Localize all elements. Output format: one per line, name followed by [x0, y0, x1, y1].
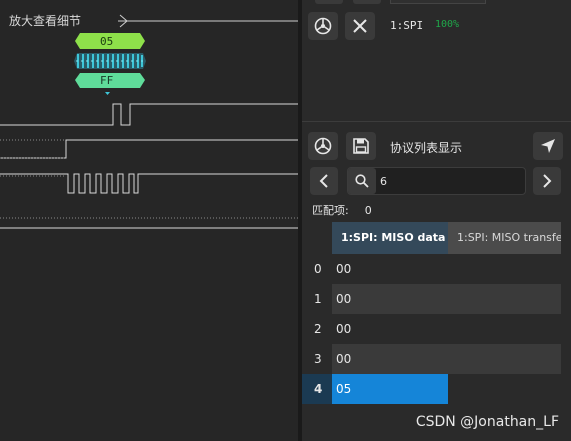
save-icon [353, 138, 369, 154]
signal-mosi [0, 139, 298, 159]
row-index: 3 [314, 352, 322, 366]
row-index: 0 [314, 262, 322, 276]
row-index: 1 [314, 292, 322, 306]
table-row[interactable]: 3 00 [302, 344, 561, 374]
close-button[interactable] [345, 12, 375, 40]
waveform-panel[interactable]: 放大查看细节 05 FF [0, 0, 298, 441]
watermark: CSDN @Jonathan_LF [415, 414, 559, 430]
save-button[interactable] [346, 132, 376, 160]
row-value: 00 [332, 284, 561, 314]
decode-value-top: 05 [100, 35, 114, 48]
row-index: 2 [314, 322, 322, 336]
protocol-list-title: 协议列表显示 [390, 141, 463, 155]
match-count: 0 [364, 204, 372, 217]
decode-value-bottom: FF [100, 74, 114, 87]
search-next-button[interactable] [533, 167, 561, 195]
decode-progress: 100% [435, 19, 460, 30]
row-value: 00 [332, 344, 561, 374]
row-value: 05 [332, 374, 448, 404]
match-label: 匹配项: [312, 204, 349, 217]
row-index: 4 [302, 374, 332, 404]
table-row[interactable]: 1 00 [302, 284, 561, 314]
table-row-selected[interactable]: 4 05 [302, 374, 561, 404]
table-scrollbar[interactable] [561, 222, 571, 441]
search-icon[interactable] [348, 168, 376, 194]
close-icon [353, 19, 367, 33]
row-value: 00 [336, 262, 352, 276]
row-cell: 05 [332, 374, 561, 404]
hatched-data-band [74, 53, 146, 69]
search-box [347, 167, 526, 195]
waveform-canvas [0, 14, 298, 229]
chevron-right-icon [543, 174, 552, 188]
table-row[interactable]: 2 00 [302, 314, 561, 344]
toolbar-button-clipped-2[interactable] [353, 0, 381, 4]
match-status: 匹配项: 0 [312, 202, 372, 218]
navigation-arrow-icon [541, 139, 555, 153]
zoom-hint: 放大查看细节 [9, 14, 82, 28]
settings-wheel-icon [314, 137, 332, 155]
locate-button[interactable] [533, 132, 563, 160]
column-header-miso-transfers[interactable]: 1:SPI: MISO transfers [448, 222, 561, 254]
column-header-miso-data[interactable]: 1:SPI: MISO data [332, 222, 448, 254]
toolbar-field-clipped[interactable] [390, 0, 486, 4]
table-header: 1:SPI: MISO data 1:SPI: MISO transfers [332, 222, 561, 254]
search-prev-button[interactable] [310, 167, 338, 195]
chevron-left-icon [319, 174, 328, 188]
table-row[interactable]: 0 00 [302, 254, 561, 284]
marker-triangle [105, 92, 110, 95]
settings-wheel-icon [314, 17, 332, 35]
row-value: 00 [336, 322, 352, 336]
protocol-settings-button[interactable] [308, 132, 338, 160]
toolbar-button-clipped-1[interactable] [315, 0, 343, 4]
analyzer-panel: 1:SPI 100% 协议列表显示 6 匹配项: 0 1:SPI: MISO d… [302, 0, 571, 441]
top-toolbar-clipped [310, 0, 560, 6]
signal-clk [0, 173, 298, 194]
section-divider [302, 121, 571, 122]
signal-cs [0, 103, 298, 126]
device-name: 1:SPI [390, 19, 424, 32]
settings-wheel-button[interactable] [308, 12, 338, 40]
search-input[interactable] [380, 171, 520, 191]
